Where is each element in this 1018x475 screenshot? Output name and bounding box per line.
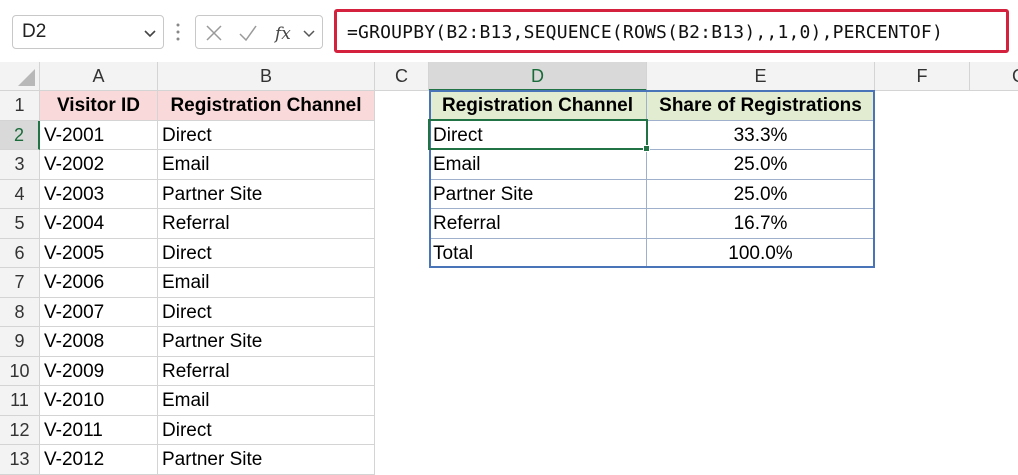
- cell-d5[interactable]: Referral: [429, 209, 647, 239]
- column-header-d[interactable]: D: [429, 62, 647, 91]
- cell-b11[interactable]: Email: [158, 386, 375, 416]
- cell-b12[interactable]: Direct: [158, 415, 375, 445]
- row-header-4[interactable]: 4: [0, 179, 40, 209]
- column-header-a[interactable]: A: [40, 62, 158, 91]
- formula-buttons: fx: [195, 15, 323, 49]
- row-header-8[interactable]: 8: [0, 297, 40, 327]
- cell-e3[interactable]: 25.0%: [647, 150, 875, 180]
- row-header-12[interactable]: 12: [0, 415, 40, 445]
- enter-check-icon[interactable]: [238, 23, 258, 43]
- formula-input[interactable]: =GROUPBY(B2:B13,SEQUENCE(ROWS(B2:B13),,1…: [334, 9, 1009, 53]
- drag-handle-icon[interactable]: [175, 20, 181, 44]
- cancel-icon[interactable]: [204, 23, 224, 43]
- formula-text: =GROUPBY(B2:B13,SEQUENCE(ROWS(B2:B13),,1…: [347, 22, 943, 43]
- row-header-7[interactable]: 7: [0, 268, 40, 298]
- cell-e5[interactable]: 16.7%: [647, 209, 875, 239]
- select-all-triangle-icon: [18, 69, 35, 86]
- cell-a5[interactable]: V-2004: [40, 209, 158, 239]
- cell-b7[interactable]: Email: [158, 268, 375, 298]
- cell-b8[interactable]: Direct: [158, 297, 375, 327]
- column-header-b[interactable]: B: [158, 62, 375, 91]
- header-registration-channel[interactable]: Registration Channel: [158, 91, 375, 121]
- cell-a11[interactable]: V-2010: [40, 386, 158, 416]
- cell-d6[interactable]: Total: [429, 238, 647, 268]
- select-all-button[interactable]: [0, 62, 40, 91]
- row-header-13[interactable]: 13: [0, 445, 40, 475]
- cell-e4[interactable]: 25.0%: [647, 179, 875, 209]
- cell-a8[interactable]: V-2007: [40, 297, 158, 327]
- row-header-9[interactable]: 9: [0, 327, 40, 357]
- header-result-channel[interactable]: Registration Channel: [429, 91, 647, 121]
- fx-icon[interactable]: fx: [274, 23, 298, 43]
- row-header-3[interactable]: 3: [0, 150, 40, 180]
- header-share-of-registrations[interactable]: Share of Registrations: [647, 91, 875, 121]
- cell-a10[interactable]: V-2009: [40, 356, 158, 386]
- cell-d2[interactable]: Direct: [429, 120, 647, 150]
- cell-a12[interactable]: V-2011: [40, 415, 158, 445]
- cell-a13[interactable]: V-2012: [40, 445, 158, 475]
- cell-a7[interactable]: V-2006: [40, 268, 158, 298]
- header-visitor-id[interactable]: Visitor ID: [40, 91, 158, 121]
- cell-b13[interactable]: Partner Site: [158, 445, 375, 475]
- cell-a6[interactable]: V-2005: [40, 238, 158, 268]
- column-header-f[interactable]: F: [875, 62, 970, 91]
- chevron-down-icon[interactable]: [142, 25, 158, 41]
- row-header-5[interactable]: 5: [0, 209, 40, 239]
- cell-e2[interactable]: 33.3%: [647, 120, 875, 150]
- chevron-down-icon[interactable]: [302, 23, 316, 43]
- cell-b9[interactable]: Partner Site: [158, 327, 375, 357]
- column-header-c[interactable]: C: [375, 62, 429, 91]
- row-header-10[interactable]: 10: [0, 356, 40, 386]
- svg-text:fx: fx: [274, 24, 291, 43]
- formula-bar-area: D2 fx =GROUPBY(B2:B13,SEQUENCE(ROWS(B2:B…: [0, 0, 1018, 62]
- cell-d4[interactable]: Partner Site: [429, 179, 647, 209]
- cell-b5[interactable]: Referral: [158, 209, 375, 239]
- cell-b3[interactable]: Email: [158, 150, 375, 180]
- name-box-value: D2: [22, 21, 47, 42]
- column-header-e[interactable]: E: [647, 62, 875, 91]
- row-header-2[interactable]: 2: [0, 120, 40, 150]
- cell-a9[interactable]: V-2008: [40, 327, 158, 357]
- cell-a3[interactable]: V-2002: [40, 150, 158, 180]
- name-box[interactable]: D2: [12, 15, 164, 49]
- row-header-11[interactable]: 11: [0, 386, 40, 416]
- cell-b4[interactable]: Partner Site: [158, 179, 375, 209]
- column-header-g[interactable]: G: [970, 62, 1018, 91]
- cell-b2[interactable]: Direct: [158, 120, 375, 150]
- cell-b10[interactable]: Referral: [158, 356, 375, 386]
- row-header-1[interactable]: 1: [0, 91, 40, 121]
- cell-b6[interactable]: Direct: [158, 238, 375, 268]
- cell-a4[interactable]: V-2003: [40, 179, 158, 209]
- cell-a2[interactable]: V-2001: [40, 120, 158, 150]
- cell-d3[interactable]: Email: [429, 150, 647, 180]
- row-header-6[interactable]: 6: [0, 238, 40, 268]
- cell-e6[interactable]: 100.0%: [647, 238, 875, 268]
- fill-handle[interactable]: [643, 145, 650, 152]
